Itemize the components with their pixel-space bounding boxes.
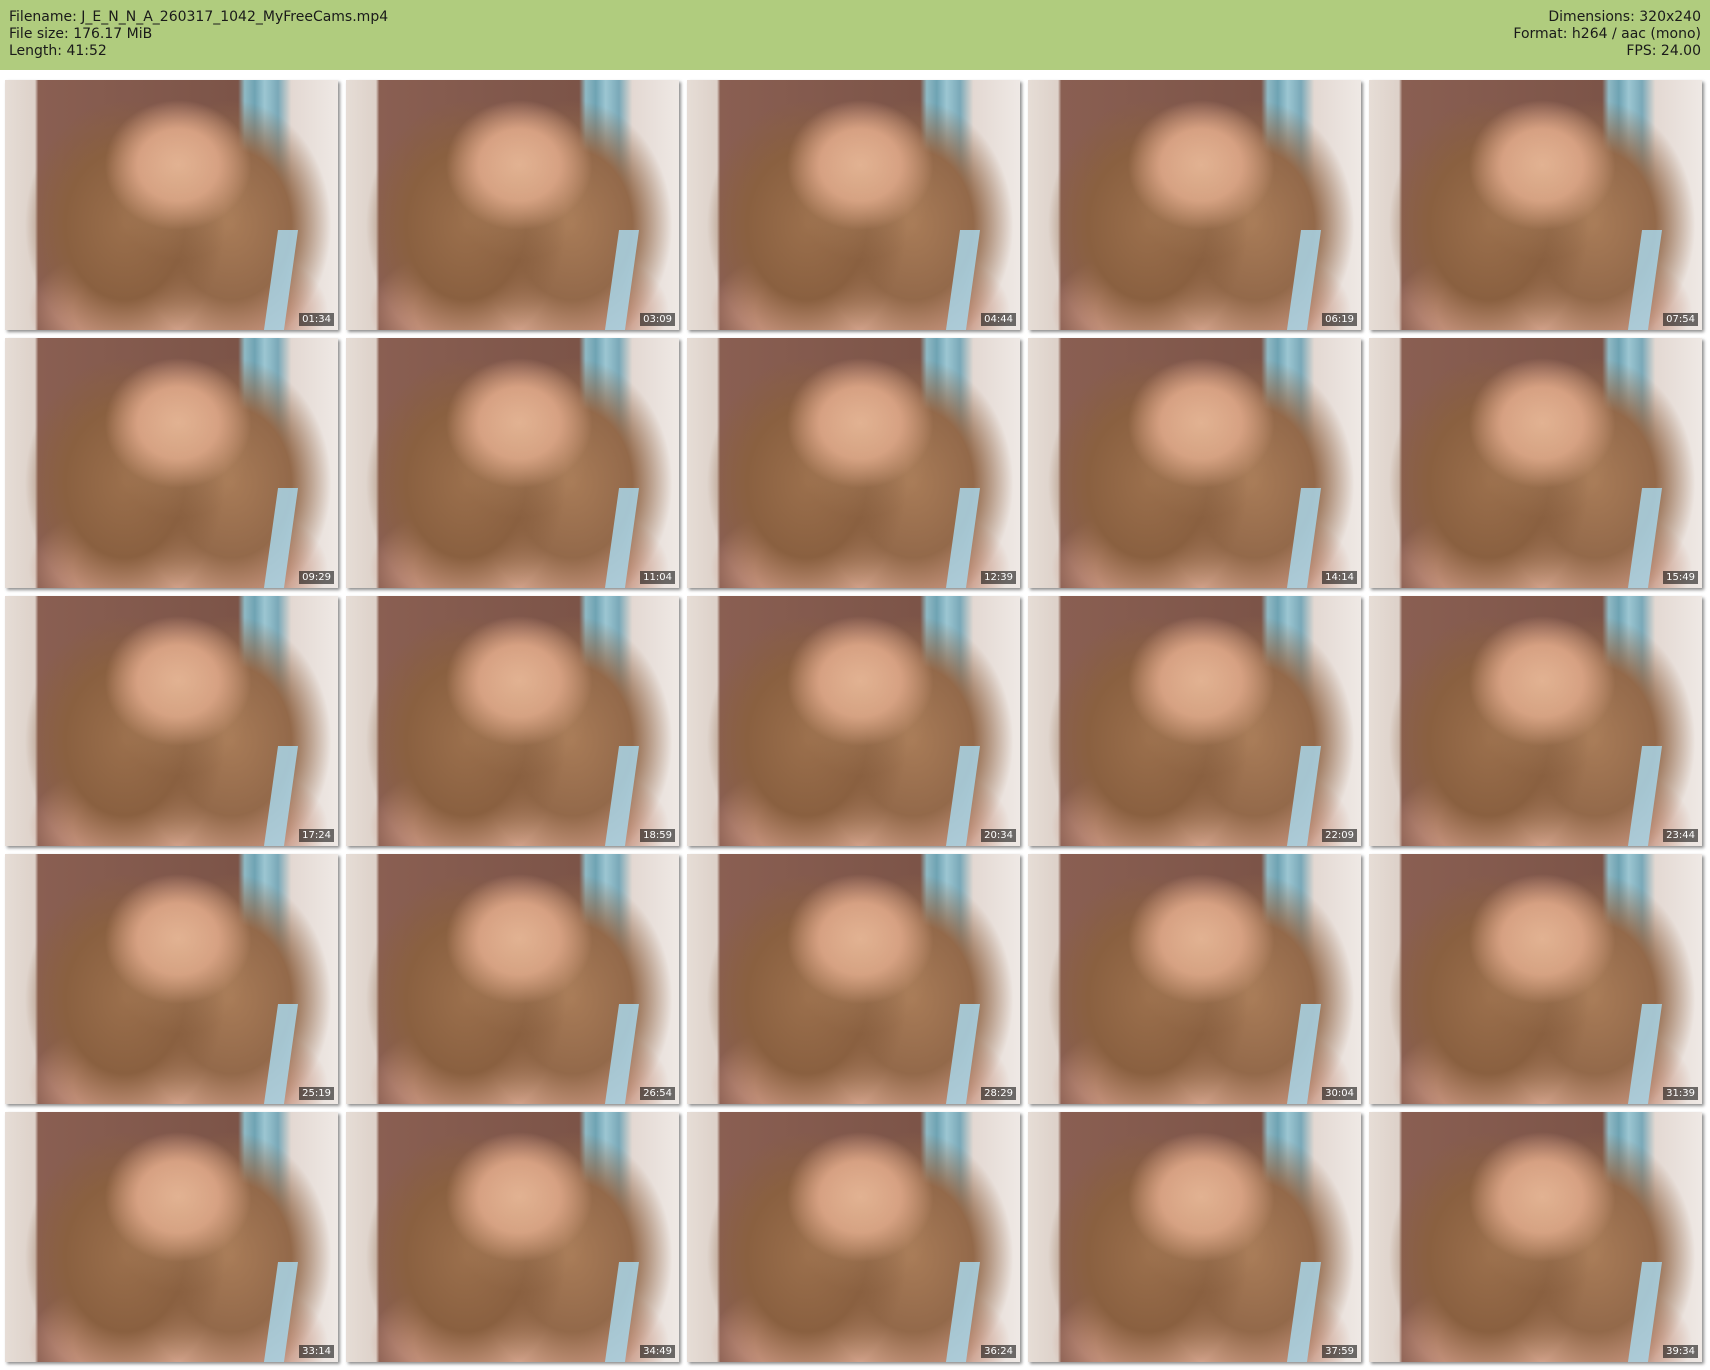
timestamp-label: 34:49 bbox=[640, 1345, 675, 1358]
video-thumbnail: 25:19 bbox=[5, 854, 338, 1104]
timestamp-label: 18:59 bbox=[640, 829, 675, 842]
thumbnail-image bbox=[1452, 1132, 1636, 1332]
thumbnail-image bbox=[770, 100, 954, 300]
timestamp-label: 03:09 bbox=[640, 313, 675, 326]
video-thumbnail: 28:29 bbox=[687, 854, 1020, 1104]
file-info: Filename: J_E_N_N_A_260317_1042_MyFreeCa… bbox=[9, 9, 388, 60]
video-thumbnail: 22:09 bbox=[1028, 596, 1361, 846]
video-thumbnail: 12:39 bbox=[687, 338, 1020, 588]
timestamp-label: 14:14 bbox=[1322, 571, 1357, 584]
timestamp-label: 12:39 bbox=[981, 571, 1016, 584]
timestamp-label: 31:39 bbox=[1663, 1087, 1698, 1100]
video-thumbnail: 37:59 bbox=[1028, 1112, 1361, 1362]
timestamp-label: 36:24 bbox=[981, 1345, 1016, 1358]
thumbnail-image bbox=[1452, 874, 1636, 1074]
thumbnail-image bbox=[1452, 100, 1636, 300]
thumbnail-image bbox=[88, 358, 272, 558]
video-thumbnail: 18:59 bbox=[346, 596, 679, 846]
thumbnail-image bbox=[88, 874, 272, 1074]
video-thumbnail: 39:34 bbox=[1369, 1112, 1702, 1362]
video-thumbnail: 36:24 bbox=[687, 1112, 1020, 1362]
info-header: Filename: J_E_N_N_A_260317_1042_MyFreeCa… bbox=[0, 0, 1710, 70]
filename-text: Filename: J_E_N_N_A_260317_1042_MyFreeCa… bbox=[9, 9, 389, 25]
video-thumbnail: 31:39 bbox=[1369, 854, 1702, 1104]
thumbnail-image bbox=[1111, 616, 1295, 816]
timestamp-label: 06:19 bbox=[1322, 313, 1357, 326]
video-thumbnail: 06:19 bbox=[1028, 80, 1361, 330]
thumbnail-image bbox=[88, 100, 272, 300]
thumbnail-image bbox=[770, 616, 954, 816]
fps-text: FPS: 24.00 bbox=[1626, 43, 1701, 59]
thumbnail-image bbox=[1111, 1132, 1295, 1332]
dimensions-text: Dimensions: 320x240 bbox=[1548, 9, 1701, 25]
video-thumbnail: 01:34 bbox=[5, 80, 338, 330]
thumbnail-image bbox=[429, 874, 613, 1074]
video-thumbnail: 33:14 bbox=[5, 1112, 338, 1362]
timestamp-label: 39:34 bbox=[1663, 1345, 1698, 1358]
video-thumbnail: 14:14 bbox=[1028, 338, 1361, 588]
timestamp-label: 09:29 bbox=[299, 571, 334, 584]
video-thumbnail: 34:49 bbox=[346, 1112, 679, 1362]
thumbnail-image bbox=[1111, 358, 1295, 558]
timestamp-label: 17:24 bbox=[299, 829, 334, 842]
thumbnail-image bbox=[429, 358, 613, 558]
timestamp-label: 01:34 bbox=[299, 313, 334, 326]
video-thumbnail: 15:49 bbox=[1369, 338, 1702, 588]
video-thumbnail: 04:44 bbox=[687, 80, 1020, 330]
timestamp-label: 37:59 bbox=[1322, 1345, 1357, 1358]
thumbnail-image bbox=[88, 616, 272, 816]
video-thumbnail: 23:44 bbox=[1369, 596, 1702, 846]
video-thumbnail: 07:54 bbox=[1369, 80, 1702, 330]
thumbnail-image bbox=[429, 616, 613, 816]
timestamp-label: 22:09 bbox=[1322, 829, 1357, 842]
timestamp-label: 30:04 bbox=[1322, 1087, 1357, 1100]
video-thumbnail: 26:54 bbox=[346, 854, 679, 1104]
video-thumbnail: 03:09 bbox=[346, 80, 679, 330]
timestamp-label: 15:49 bbox=[1663, 571, 1698, 584]
timestamp-label: 11:04 bbox=[640, 571, 675, 584]
filesize-text: File size: 176.17 MiB bbox=[9, 26, 153, 42]
thumbnail-image bbox=[1452, 358, 1636, 558]
thumbnail-grid: 01:34 03:09 04:44 06:19 07:54 09:29 11:0… bbox=[5, 80, 1702, 1362]
timestamp-label: 26:54 bbox=[640, 1087, 675, 1100]
thumbnail-image bbox=[429, 100, 613, 300]
video-thumbnail: 30:04 bbox=[1028, 854, 1361, 1104]
timestamp-label: 04:44 bbox=[981, 313, 1016, 326]
video-thumbnail: 20:34 bbox=[687, 596, 1020, 846]
thumbnail-image bbox=[1111, 874, 1295, 1074]
timestamp-label: 28:29 bbox=[981, 1087, 1016, 1100]
timestamp-label: 25:19 bbox=[299, 1087, 334, 1100]
timestamp-label: 23:44 bbox=[1663, 829, 1698, 842]
video-thumbnail: 11:04 bbox=[346, 338, 679, 588]
thumbnail-image bbox=[88, 1132, 272, 1332]
timestamp-label: 20:34 bbox=[981, 829, 1016, 842]
video-thumbnail: 17:24 bbox=[5, 596, 338, 846]
thumbnail-image bbox=[1452, 616, 1636, 816]
stream-info: Dimensions: 320x240 Format: h264 / aac (… bbox=[1513, 9, 1701, 60]
timestamp-label: 33:14 bbox=[299, 1345, 334, 1358]
timestamp-label: 07:54 bbox=[1663, 313, 1698, 326]
length-text: Length: 41:52 bbox=[9, 43, 107, 59]
thumbnail-image bbox=[429, 1132, 613, 1332]
thumbnail-image bbox=[770, 874, 954, 1074]
thumbnail-image bbox=[1111, 100, 1295, 300]
format-text: Format: h264 / aac (mono) bbox=[1513, 26, 1701, 42]
thumbnail-image bbox=[770, 1132, 954, 1332]
video-thumbnail: 09:29 bbox=[5, 338, 338, 588]
thumbnail-image bbox=[770, 358, 954, 558]
